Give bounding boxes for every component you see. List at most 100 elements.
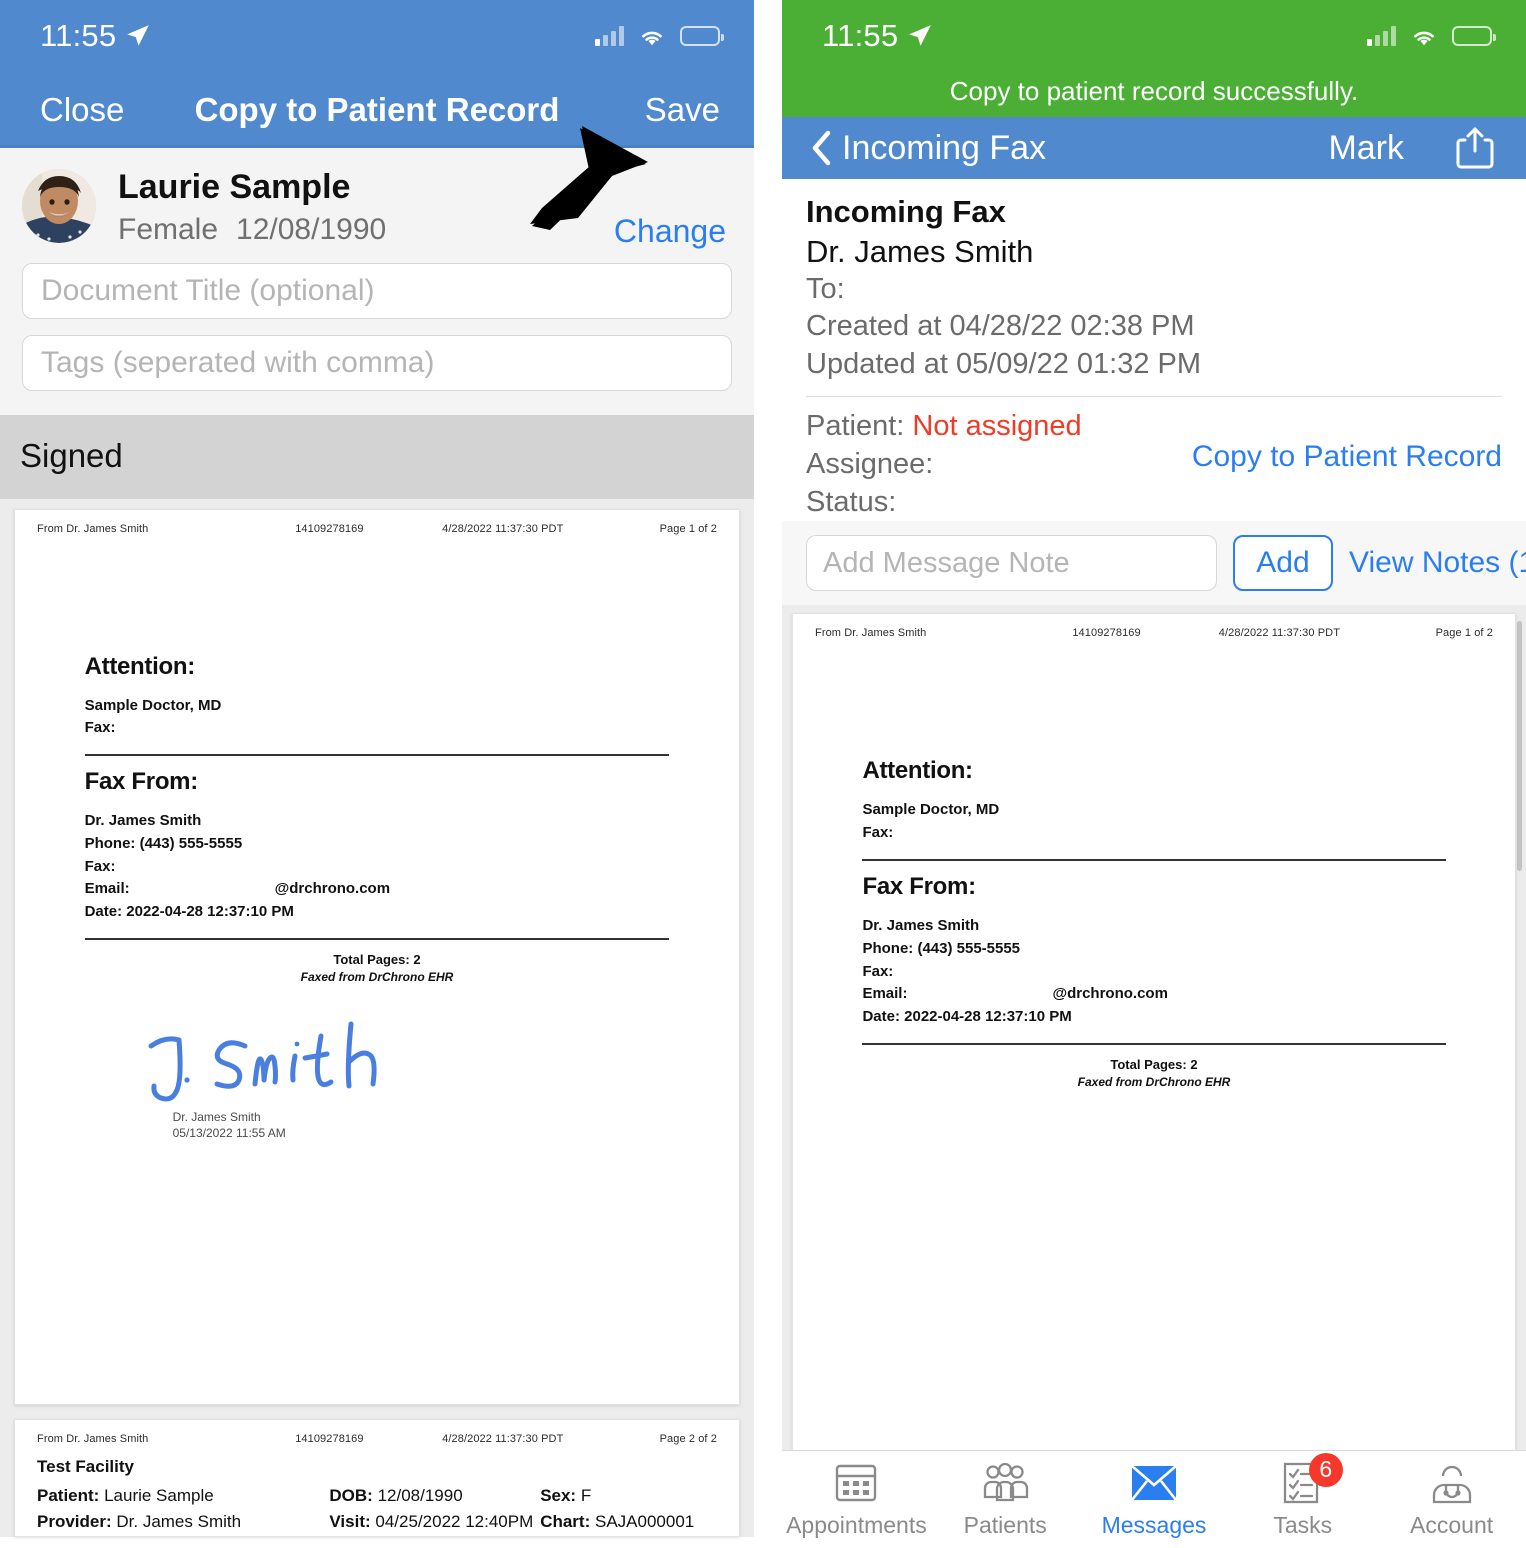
fax-page-1[interactable]: From Dr. James Smith 14109278169 4/28/20…	[14, 508, 740, 1406]
tab-label: Appointments	[786, 1511, 927, 1538]
fax-header-timestamp: 4/28/2022 11:37:30 PDT	[1218, 627, 1341, 640]
fax-from-name: Dr. James Smith	[84, 812, 202, 830]
tab-label: Tasks	[1273, 1511, 1333, 1538]
fax-header-timestamp: 4/28/2022 11:37:30 PDT	[442, 1433, 564, 1446]
fax-from-email-label: Email:	[84, 880, 130, 898]
attention-name: Sample Doctor, MD	[862, 801, 1000, 819]
add-message-note-input[interactable]	[806, 535, 1217, 592]
envelope-icon	[1130, 1461, 1177, 1505]
signature-image	[148, 1021, 377, 1102]
table-row: Patient: Laurie Sample DOB: 12/08/1990 S…	[37, 1483, 717, 1509]
calendar-icon	[835, 1461, 877, 1505]
tab-account[interactable]: Account	[1377, 1461, 1526, 1539]
fax-from-date: Date: 2022-04-28 12:37:10 PM	[862, 1008, 1072, 1026]
fax-from-fax: Fax:	[84, 857, 116, 875]
fax-page-1[interactable]: From Dr. James Smith 14109278169 4/28/20…	[792, 613, 1516, 1548]
back-button[interactable]: Incoming Fax	[810, 129, 1046, 168]
fax-header-from: From Dr. James Smith	[37, 522, 149, 535]
fax-header-page: Page 1 of 2	[659, 522, 717, 535]
tab-appointments[interactable]: Appointments	[782, 1461, 931, 1539]
save-button[interactable]: Save	[645, 91, 720, 129]
view-notes-button[interactable]: View Notes (1)	[1349, 546, 1526, 580]
share-button[interactable]	[1456, 126, 1494, 170]
signature-name: Dr. James Smith	[172, 1110, 261, 1125]
scrollbar[interactable]	[1517, 621, 1522, 872]
change-patient-button[interactable]: Change	[614, 213, 726, 250]
divider	[862, 859, 1446, 862]
cellular-signal-icon	[595, 26, 624, 46]
wifi-icon	[1414, 31, 1434, 45]
fax-from-heading: Fax From:	[862, 873, 976, 901]
fax-from-email-domain: @drchrono.com	[1052, 985, 1168, 1003]
people-icon	[981, 1461, 1029, 1505]
tab-label: Account	[1410, 1511, 1494, 1538]
tab-messages[interactable]: Messages	[1080, 1461, 1229, 1539]
document-title-input[interactable]	[22, 262, 732, 319]
avatar	[22, 169, 96, 244]
fax-detail-title: Incoming Fax	[806, 194, 1006, 229]
document-preview-scroll[interactable]: From Dr. James Smith 14109278169 4/28/20…	[0, 498, 754, 1537]
fax-detail-to: To:	[806, 272, 845, 305]
fax-from-email-row: Email: @drchrono.com	[85, 878, 670, 901]
battery-icon	[1452, 26, 1496, 46]
incoming-fax-detail-screen: 11:55 Copy to patient record successfull…	[782, 0, 1526, 1548]
status-bar-time-group: 11:55	[822, 18, 933, 54]
fax-header-page: Page 2 of 2	[659, 1433, 717, 1446]
signature-block: Dr. James Smith 05/13/2022 11:55 AM	[85, 984, 670, 1154]
sex-label: Sex:	[540, 1486, 577, 1506]
status-bar: 11:55	[782, 0, 1526, 72]
document-form	[0, 262, 754, 415]
patient-summary-row[interactable]: Laurie Sample Female 12/08/1990 Change	[0, 148, 754, 263]
checklist-icon: 6	[1283, 1452, 1343, 1505]
chart-label: Chart:	[540, 1512, 591, 1532]
attention-fax: Fax:	[84, 719, 116, 737]
dob-label: DOB:	[329, 1486, 373, 1506]
fax-page-2[interactable]: From Dr. James Smith 14109278169 4/28/20…	[14, 1419, 740, 1537]
location-arrow-icon	[127, 25, 150, 46]
battery-icon	[680, 26, 724, 46]
tab-label: Messages	[1101, 1511, 1207, 1538]
assignee-label: Assignee:	[806, 447, 934, 480]
divider	[862, 1043, 1446, 1046]
navigation-bar: Incoming Fax Mark	[782, 117, 1526, 179]
status-bar: 11:55	[0, 0, 754, 72]
divider	[806, 395, 1502, 397]
attention-name: Sample Doctor, MD	[84, 696, 222, 714]
patient-name: Laurie Sample	[118, 168, 351, 206]
dob-value: 12/08/1990	[377, 1486, 463, 1506]
add-note-button[interactable]: Add	[1233, 535, 1333, 592]
copy-to-patient-record-screen: 11:55 Close Copy to Patient Record Save	[0, 0, 754, 1548]
fax-from-phone: Phone: (443) 555-5555	[862, 939, 1021, 957]
signed-section-header: Signed	[0, 414, 754, 499]
patient-label: Patient:	[37, 1486, 100, 1506]
doctor-icon	[1430, 1461, 1474, 1505]
fax-from-name: Dr. James Smith	[862, 917, 980, 935]
provider-label: Provider:	[37, 1512, 112, 1532]
fax-header-number: 14109278169	[1072, 627, 1141, 640]
fax-assignment-block: Patient: Not assigned Assignee: Status: …	[806, 407, 1502, 522]
fax-page-header: From Dr. James Smith 14109278169 4/28/20…	[793, 614, 1515, 639]
patient-gender: Female	[118, 212, 219, 246]
tab-tasks[interactable]: 6 Tasks	[1228, 1452, 1377, 1539]
document-preview-scroll[interactable]: From Dr. James Smith 14109278169 4/28/20…	[782, 605, 1526, 1548]
facility-name: Test Facility	[37, 1457, 134, 1477]
divider	[84, 754, 670, 757]
tab-bar: Appointments Patients Messages 6 Tasks A…	[782, 1450, 1526, 1548]
patient-info: Laurie Sample Female 12/08/1990	[118, 166, 404, 247]
fax-page-header: From Dr. James Smith 14109278169 4/28/20…	[15, 1420, 739, 1445]
fax-from-date: Date: 2022-04-28 12:37:10 PM	[84, 903, 294, 921]
fax-from-phone: Phone: (443) 555-5555	[84, 834, 243, 852]
tags-input[interactable]	[22, 334, 732, 391]
copy-to-patient-record-button[interactable]: Copy to Patient Record	[1192, 440, 1502, 474]
close-button[interactable]: Close	[40, 91, 124, 129]
tab-patients[interactable]: Patients	[931, 1461, 1080, 1539]
mark-button[interactable]: Mark	[1328, 129, 1404, 168]
success-toast: Copy to patient record successfully.	[782, 72, 1526, 117]
screenshot-stage: 11:55 Close Copy to Patient Record Save	[0, 0, 1526, 1548]
patient-status-badge: Not assigned	[912, 409, 1082, 442]
fax-detail-updated: Updated at 05/09/22 01:32 PM	[806, 348, 1202, 380]
sex-value: F	[580, 1486, 592, 1506]
fax-header-number: 14109278169	[295, 1433, 364, 1446]
navigation-bar: Close Copy to Patient Record Save	[0, 72, 754, 148]
patient-value: Laurie Sample	[104, 1486, 214, 1506]
